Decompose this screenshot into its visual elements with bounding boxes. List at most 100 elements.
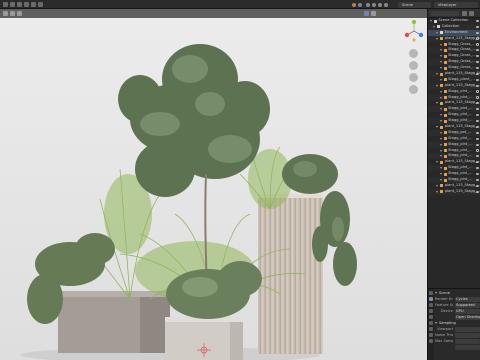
modifier-tab-icon[interactable] [429,333,433,337]
visibility-eye-icon[interactable] [475,149,479,152]
expand-toggle-icon[interactable] [439,43,442,46]
3d-viewport[interactable] [0,9,427,360]
tool-tab-icon[interactable] [429,291,433,295]
shading-material-icon[interactable] [372,2,376,7]
min-samples-field[interactable] [454,344,480,350]
visibility-eye-icon[interactable] [475,178,479,182]
visibility-eye-icon[interactable] [475,84,479,87]
xray-icon[interactable] [371,11,376,16]
expand-toggle-icon[interactable] [439,61,442,64]
visibility-eye-icon[interactable] [475,143,479,146]
snap-icon[interactable] [352,2,356,7]
view-menu-icon[interactable] [3,11,8,16]
visibility-eye-icon[interactable] [475,172,479,176]
visibility-eye-icon[interactable] [475,72,479,75]
visibility-eye-icon[interactable] [475,108,479,111]
viewport-overlays-icon[interactable] [364,11,369,16]
add-menu-icon[interactable] [17,11,22,16]
visibility-eye-icon[interactable] [475,78,479,81]
pan-hand-icon[interactable] [409,61,418,70]
viewport-samples-field[interactable] [454,326,480,332]
expand-toggle-icon[interactable] [439,131,442,134]
expand-toggle-icon[interactable] [439,167,442,170]
expand-toggle-icon[interactable] [439,108,442,111]
expand-toggle-icon[interactable] [439,114,442,117]
device-select[interactable]: GPU [454,308,480,314]
visibility-eye-icon[interactable] [475,66,479,70]
expand-toggle-icon[interactable] [439,173,442,176]
expand-toggle-icon[interactable] [436,190,439,193]
object-tab-icon[interactable] [429,327,433,331]
expand-toggle-icon[interactable] [436,37,439,40]
expand-toggle-icon[interactable] [436,73,439,76]
visibility-eye-icon[interactable] [475,137,479,140]
expand-toggle-icon[interactable] [439,55,442,58]
render-engine-select[interactable]: Cycles [454,296,480,302]
visibility-eye-icon[interactable] [475,61,479,64]
osl-checkbox[interactable]: Open Shading Language [454,314,480,320]
expand-toggle-icon[interactable] [439,120,442,123]
expand-toggle-icon[interactable] [436,161,439,164]
proportional-edit-icon[interactable] [358,2,362,7]
render-tab-icon[interactable] [429,297,433,301]
navigation-gizmo[interactable] [404,19,424,43]
visibility-eye-icon[interactable] [475,49,479,52]
expand-toggle-icon[interactable] [439,96,442,99]
editor-type-icon[interactable] [3,2,8,7]
expand-toggle-icon[interactable] [439,67,442,70]
visibility-eye-icon[interactable] [475,55,479,58]
expand-toggle-icon[interactable] [439,143,442,146]
perspective-toggle-icon[interactable] [409,85,418,94]
transform-icon[interactable] [38,2,43,7]
visibility-eye-icon[interactable] [475,131,479,134]
feature-set-select[interactable]: Supported [454,302,480,308]
material-tab-icon[interactable] [429,339,433,343]
world-tab-icon[interactable] [429,321,433,325]
select-box-icon[interactable] [17,2,22,7]
expand-toggle-icon[interactable] [439,90,442,93]
visibility-eye-icon[interactable] [475,25,479,28]
visibility-eye-icon[interactable] [475,125,479,129]
expand-toggle-icon[interactable] [436,31,439,34]
output-tab-icon[interactable] [429,303,433,307]
visibility-eye-icon[interactable] [475,190,479,193]
expand-toggle-icon[interactable] [439,155,442,158]
visibility-eye-icon[interactable] [475,119,479,123]
select-mode-icon[interactable] [10,2,15,7]
filter-icon[interactable] [462,11,467,16]
visibility-eye-icon[interactable] [475,167,479,170]
visibility-eye-icon[interactable] [475,114,479,117]
shading-wireframe-icon[interactable] [384,2,388,7]
expand-toggle-icon[interactable] [436,102,439,105]
visibility-eye-icon[interactable] [475,90,479,93]
expand-toggle-icon[interactable] [430,20,432,22]
view-layer-selector[interactable]: ViewLayer [434,1,478,8]
noise-threshold-field[interactable] [454,332,480,338]
visibility-eye-icon[interactable] [475,37,479,40]
max-samples-field[interactable] [454,338,480,344]
expand-toggle-icon[interactable] [439,179,442,182]
scene-tab-icon[interactable] [429,315,433,319]
shading-solid-icon[interactable] [366,2,370,7]
camera-view-icon[interactable] [409,73,418,82]
expand-toggle-icon[interactable] [439,78,442,81]
expand-toggle-icon[interactable] [436,84,439,87]
expand-toggle-icon[interactable] [433,25,436,28]
new-collection-icon[interactable] [469,11,474,16]
visibility-eye-icon[interactable] [475,184,479,187]
outliner-search-input[interactable] [431,11,459,16]
expand-toggle-icon[interactable] [439,149,442,152]
zoom-icon[interactable] [409,49,418,58]
outliner-row[interactable]: plant_115_Stagg_... [428,188,480,195]
expand-toggle-icon[interactable] [439,49,442,52]
expand-toggle-icon[interactable] [436,184,439,187]
expand-toggle-icon[interactable] [436,126,439,129]
view-layer-tab-icon[interactable] [429,309,433,313]
visibility-eye-icon[interactable] [475,155,479,158]
shading-rendered-icon[interactable] [378,2,382,7]
select-circle-icon[interactable] [24,2,29,7]
visibility-eye-icon[interactable] [475,19,479,22]
scene-selector[interactable]: Scene [398,1,431,8]
select-menu-icon[interactable] [10,11,15,16]
visibility-eye-icon[interactable] [475,43,479,46]
